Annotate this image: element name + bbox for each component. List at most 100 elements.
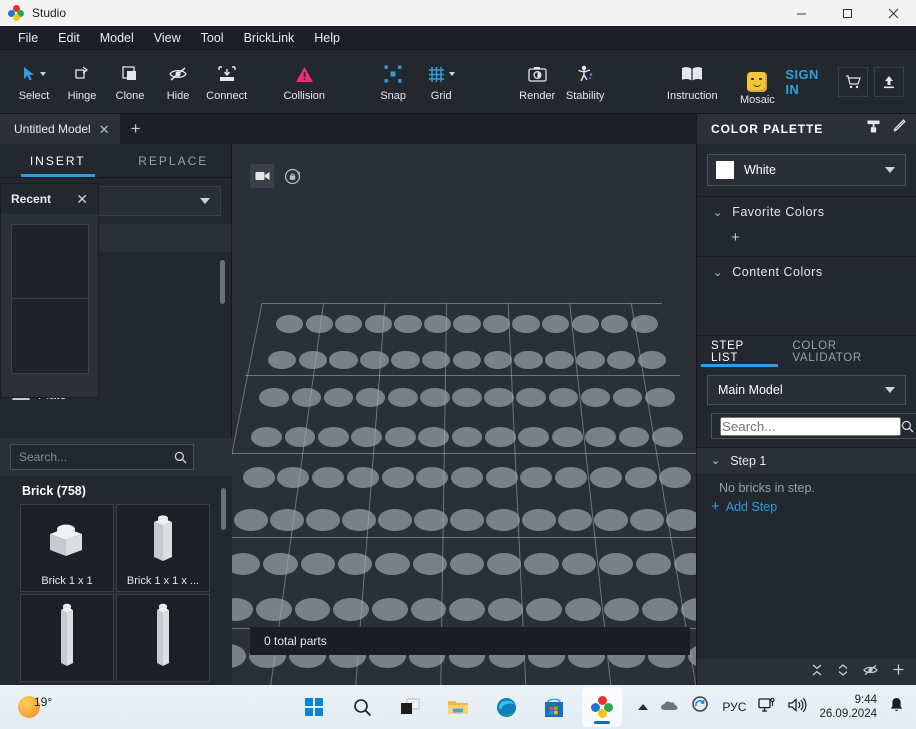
tool-clone[interactable]: Clone xyxy=(106,54,154,110)
step-list-footer xyxy=(697,659,916,685)
recent-thumbnail[interactable] xyxy=(11,299,89,374)
tool-collision[interactable]: Collision xyxy=(279,54,329,110)
tab-color-validator[interactable]: COLOR VALIDATOR xyxy=(782,336,916,367)
grid-view-icon[interactable] xyxy=(224,450,228,464)
part-item[interactable] xyxy=(20,594,114,682)
notification-button[interactable] xyxy=(889,697,904,718)
search-input[interactable] xyxy=(720,416,901,436)
recent-popup: Recent ✕ xyxy=(0,183,99,398)
tool-hide[interactable]: Hide xyxy=(154,54,202,110)
volume-button[interactable] xyxy=(788,697,807,718)
3d-viewport[interactable]: 0 total parts xyxy=(232,144,696,685)
menu-edit[interactable]: Edit xyxy=(48,27,90,49)
eyedropper-button[interactable] xyxy=(891,119,906,139)
part-item[interactable] xyxy=(116,594,210,682)
upload-button[interactable] xyxy=(874,66,904,97)
weather-widget[interactable]: 19° xyxy=(0,695,52,719)
add-step-button[interactable]: + Add Step xyxy=(697,499,916,514)
tab-replace[interactable]: REPLACE xyxy=(116,144,232,177)
sign-in-group: SIGN IN xyxy=(785,67,832,97)
file-explorer-button[interactable] xyxy=(438,687,478,727)
eye-slash-icon xyxy=(168,61,188,87)
taskbar-clock[interactable]: 9:44 26.09.2024 xyxy=(819,693,877,722)
edge-button[interactable] xyxy=(486,687,526,727)
tool-snap[interactable]: Snap xyxy=(369,54,417,110)
add-button[interactable] xyxy=(892,663,905,681)
selected-color-dropdown[interactable]: White xyxy=(707,154,906,186)
language-indicator[interactable]: РУС xyxy=(722,700,746,714)
close-icon[interactable]: ✕ xyxy=(76,192,88,206)
hide-button[interactable] xyxy=(863,663,878,681)
add-favorite-color-button[interactable]: + xyxy=(697,227,916,256)
model-dropdown[interactable]: Main Model xyxy=(707,375,906,405)
collapse-all-button[interactable] xyxy=(811,663,823,681)
step-search-box[interactable] xyxy=(711,413,916,439)
content-colors-section[interactable]: ⌄ Content Colors xyxy=(697,256,916,287)
title-bar-left: Studio xyxy=(0,5,66,21)
tab-insert[interactable]: INSERT xyxy=(0,144,116,177)
part-item[interactable]: Brick 1 x 1 x ... xyxy=(116,504,210,592)
tool-select[interactable]: Select xyxy=(10,54,58,110)
close-button[interactable] xyxy=(870,0,916,26)
parts-scrollbar[interactable] xyxy=(221,488,226,530)
camera-view-button[interactable] xyxy=(250,164,274,188)
maximize-button[interactable] xyxy=(824,0,870,26)
task-view-button[interactable] xyxy=(390,687,430,727)
brick-tall-icon xyxy=(21,595,113,677)
color-palette-header: COLOR PALETTE xyxy=(697,114,916,144)
shopping-cart-button[interactable] xyxy=(838,66,868,97)
close-icon[interactable]: ✕ xyxy=(99,123,110,136)
reset-rotation-button[interactable] xyxy=(280,164,304,188)
onedrive-button[interactable] xyxy=(660,698,679,716)
total-parts-label: 0 total parts xyxy=(264,634,327,648)
network-button[interactable] xyxy=(758,697,776,718)
tab-step-list[interactable]: STEP LIST xyxy=(701,336,782,367)
recent-popup-body xyxy=(1,214,98,384)
menu-model[interactable]: Model xyxy=(90,27,144,49)
tool-label: Grid xyxy=(430,90,452,102)
part-item[interactable]: Brick 1 x 1 xyxy=(20,504,114,592)
menu-file[interactable]: File xyxy=(8,27,48,49)
recent-thumbnail[interactable] xyxy=(11,224,89,299)
expand-all-button[interactable] xyxy=(837,663,849,681)
paint-roller-button[interactable] xyxy=(866,119,881,139)
search-icon xyxy=(353,698,371,716)
tool-hinge[interactable]: Hinge xyxy=(58,54,106,110)
sign-in-button[interactable]: SIGN IN xyxy=(785,67,832,97)
studio-button[interactable] xyxy=(582,687,622,727)
tool-mosaic[interactable]: Mosaic xyxy=(733,54,781,110)
insert-replace-tabs: INSERT REPLACE xyxy=(0,144,231,178)
menu-bricklink[interactable]: BrickLink xyxy=(234,27,305,49)
plus-icon: + xyxy=(711,498,720,515)
system-tray: РУС 9:44 26.09.2024 xyxy=(638,693,916,722)
part-name: Brick 1 x 1 xyxy=(41,575,93,587)
sync-button[interactable] xyxy=(691,696,710,718)
category-scrollbar[interactable] xyxy=(220,260,225,304)
tool-instruction[interactable]: Instruction xyxy=(663,54,721,110)
menu-help[interactable]: Help xyxy=(304,27,350,49)
menu-view[interactable]: View xyxy=(144,27,191,49)
tool-grid[interactable]: Grid xyxy=(417,54,465,110)
studio-app-window: Studio File Edit Model View Tool BrickLi… xyxy=(0,0,916,729)
cursor-arrow-icon xyxy=(23,61,46,87)
minimize-button[interactable] xyxy=(778,0,824,26)
recent-title: Recent xyxy=(11,192,52,206)
menu-tool[interactable]: Tool xyxy=(191,27,234,49)
brick-tall-icon xyxy=(117,595,209,677)
tab-untitled-model[interactable]: Untitled Model ✕ xyxy=(0,114,120,144)
search-input[interactable] xyxy=(19,450,174,464)
start-button[interactable] xyxy=(294,687,334,727)
step-1-header[interactable]: ⌄ Step 1 xyxy=(697,447,916,473)
search-button[interactable] xyxy=(342,687,382,727)
add-tab-button[interactable]: + xyxy=(120,114,152,144)
grid-icon xyxy=(428,61,455,87)
tool-stability[interactable]: Stability xyxy=(561,54,609,110)
window-title: Studio xyxy=(32,6,67,20)
tool-render[interactable]: Render xyxy=(513,54,561,110)
chevron-up-icon[interactable] xyxy=(638,704,649,710)
parts-search-box[interactable] xyxy=(10,444,194,470)
tool-connect[interactable]: Connect xyxy=(202,54,251,110)
store-button[interactable] xyxy=(534,687,574,727)
favorite-colors-section[interactable]: ⌄ Favorite Colors xyxy=(697,196,916,227)
folder-icon xyxy=(448,701,468,714)
